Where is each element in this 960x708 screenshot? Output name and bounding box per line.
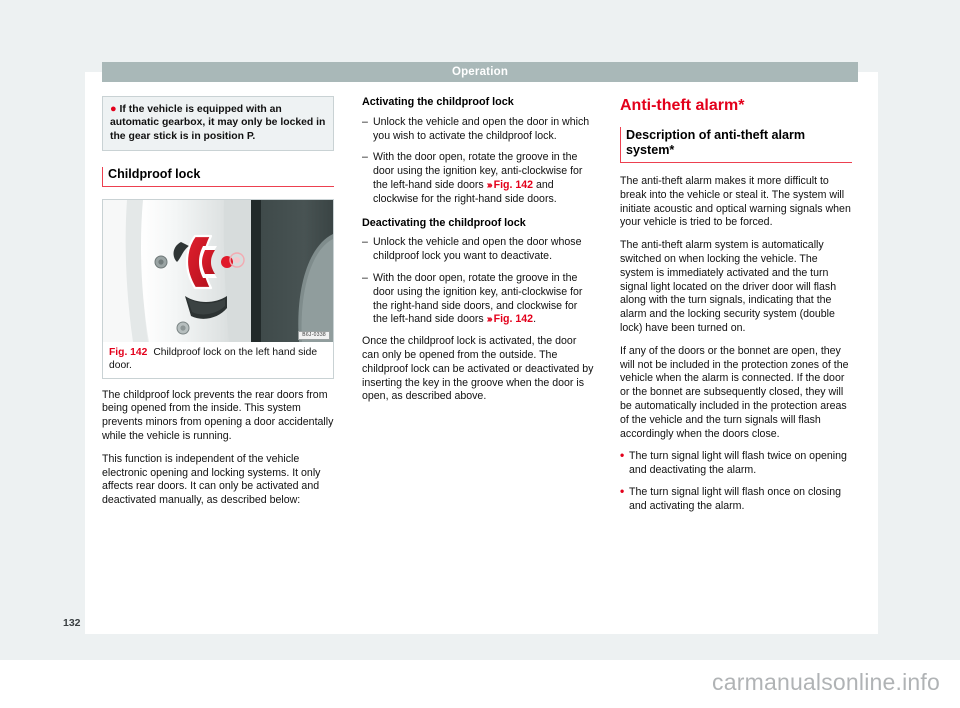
page-number: 132 <box>63 617 81 629</box>
note-bullet-icon: ● <box>110 103 117 115</box>
note-text: ● If the vehicle is equipped with an aut… <box>110 103 326 143</box>
figure-142: B6J-0338 Fig. 142 Childproof lock on the … <box>102 199 334 379</box>
list-item: With the door open, rotate the groove in… <box>362 151 594 206</box>
list-item: Unlock the vehicle and open the door who… <box>362 236 594 264</box>
figure-cross-reference[interactable]: Fig. 142 <box>494 179 533 191</box>
list-item: The turn signal light will flash once on… <box>620 485 852 514</box>
step-text: Unlock the vehicle and open the door who… <box>373 236 582 263</box>
list-item: Unlock the vehicle and open the door in … <box>362 116 594 144</box>
paragraph-antitheft-3: If any of the doors or the bonnet are op… <box>620 344 849 440</box>
note-box: ● If the vehicle is equipped with an aut… <box>102 96 334 152</box>
paragraph-childproof-1: The childproof lock prevents the rear do… <box>102 388 334 443</box>
paragraph-childproof-2: This function is independent of the vehi… <box>102 452 321 507</box>
figure-caption: Fig. 142 Childproof lock on the left hand… <box>103 342 333 377</box>
section-heading-childproof-lock: Childproof lock <box>102 167 334 188</box>
image-code-label: B6J-0338 <box>298 331 330 341</box>
step-text: With the door open, rotate the groove in… <box>373 271 583 326</box>
column-three: Anti-theft alarm* Description of anti-th… <box>620 96 852 522</box>
step-text: Unlock the vehicle and open the door in … <box>373 115 590 142</box>
xref-arrows-icon: ››› <box>486 179 493 191</box>
chapter-header-bar: Operation <box>102 62 858 82</box>
column-one: ● If the vehicle is equipped with an aut… <box>102 96 334 517</box>
note-body: If the vehicle is equipped with an autom… <box>110 104 326 142</box>
figure-image: B6J-0338 <box>103 200 333 343</box>
deactivating-steps: Unlock the vehicle and open the door who… <box>362 236 594 327</box>
manual-page: Operation ● If the vehicle is equipped w… <box>0 0 960 708</box>
list-item: With the door open, rotate the groove in… <box>362 272 594 327</box>
watermark-bar: carmanualsonline.info <box>0 660 960 708</box>
step-text-post: . <box>533 313 537 326</box>
childproof-lock-illustration <box>103 200 333 343</box>
column-two: Activating the childproof lock Unlock th… <box>362 96 594 413</box>
page-title: Anti-theft alarm* <box>620 97 745 114</box>
figure-number: Fig. 142 <box>109 347 148 359</box>
antitheft-bullets: The turn signal light will flash twice o… <box>620 449 852 514</box>
page-columns: ● If the vehicle is equipped with an aut… <box>102 96 858 596</box>
paragraph-antitheft-2: The anti-theft alarm system is automatic… <box>620 239 837 334</box>
subheading-deactivating: Deactivating the childproof lock <box>362 216 526 229</box>
activating-steps: Unlock the vehicle and open the door in … <box>362 116 594 207</box>
subheading-activating: Activating the childproof lock <box>362 96 514 108</box>
list-item: The turn signal light will flash twice o… <box>620 449 852 478</box>
section-heading-antitheft-description: Description of anti-theft alarm system* <box>620 127 852 163</box>
paragraph-antitheft-1: The anti-theft alarm makes it more diffi… <box>620 175 851 229</box>
figure-cross-reference[interactable]: Fig. 142 <box>494 313 533 325</box>
chapter-title: Operation <box>451 66 509 78</box>
xref-arrows-icon: ››› <box>486 314 493 326</box>
paragraph-closing: Once the childproof lock is activated, t… <box>362 335 594 403</box>
watermark-text: carmanualsonline.info <box>712 669 940 695</box>
